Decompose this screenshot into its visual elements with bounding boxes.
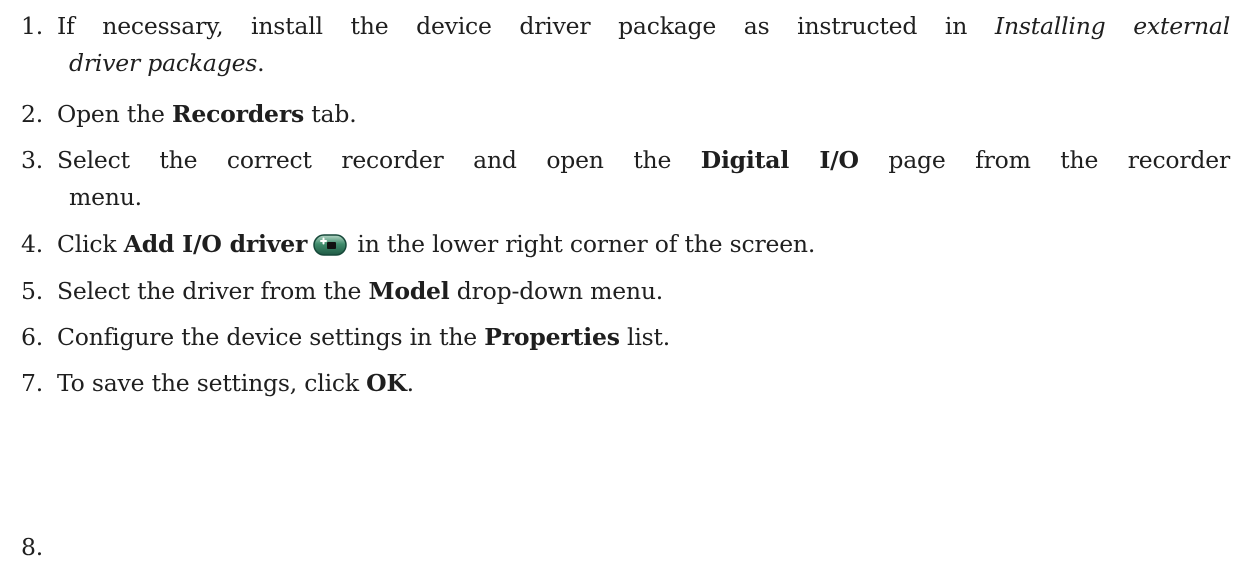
- step-number: 4.: [21, 230, 44, 258]
- step-number: 3.: [21, 146, 44, 174]
- instruction-steps: 1. If necessary, install the device driv…: [21, 8, 1230, 561]
- step-text: Open the Recorders tab.: [57, 96, 1230, 133]
- add-io-driver-icon[interactable]: [313, 230, 347, 256]
- step-3: 3. Select the correct recorder and open …: [21, 142, 1230, 216]
- step-4: 4. Click Add I/O driver in the lower rig…: [21, 226, 1230, 263]
- step-5: 5. Select the driver from the Model drop…: [21, 273, 1230, 310]
- step-text-part: menu.: [69, 183, 142, 211]
- step-number: 2.: [21, 100, 44, 128]
- step-text-part: drop-down menu.: [449, 277, 664, 305]
- step-number: 1.: [21, 12, 44, 40]
- model-dropdown-label: Model: [368, 277, 450, 305]
- step-text: Select the correct recorder and open the…: [57, 142, 1230, 216]
- step-text: Configure the device settings in the Pro…: [57, 319, 1230, 356]
- step-number: 7.: [21, 369, 44, 397]
- step-number: 5.: [21, 277, 44, 305]
- recorders-tab-label: Recorders: [171, 100, 305, 128]
- step-text: Click Add I/O driver in the lower right …: [57, 226, 1230, 263]
- step-text-part: To save the settings, click: [57, 369, 367, 397]
- installing-packages-link[interactable]: Installing external: [995, 12, 1230, 40]
- step-6: 6. Configure the device settings in the …: [21, 319, 1230, 356]
- step-text: Select the driver from the Model drop-do…: [57, 273, 1230, 310]
- installing-packages-link-continued[interactable]: driver packages: [69, 49, 257, 77]
- step-text-part: page from the recorder: [858, 146, 1230, 174]
- step-text-part: in the lower right corner of the screen.: [350, 230, 816, 258]
- step-number: 6.: [21, 323, 44, 351]
- step-text-part: .: [257, 49, 265, 77]
- step-text: To save the settings, click OK.: [57, 365, 1230, 402]
- add-io-driver-label: Add I/O driver: [123, 230, 308, 258]
- ok-button-label: OK: [366, 369, 407, 397]
- step-text-part: Select the driver from the: [57, 277, 369, 305]
- properties-list-label: Properties: [484, 323, 620, 351]
- step-7: 7. To save the settings, click OK.: [21, 365, 1230, 402]
- digital-io-page-label: Digital I/O: [700, 146, 859, 174]
- step-2: 2. Open the Recorders tab.: [21, 96, 1230, 133]
- step-text-part: Configure the device settings in the: [57, 323, 485, 351]
- step-1: 1. If necessary, install the device driv…: [21, 8, 1230, 82]
- step-text-part: If necessary, install the device driver …: [57, 12, 995, 40]
- step-text-part: list.: [619, 323, 671, 351]
- step-text-part: .: [406, 369, 414, 397]
- step-text-part: tab.: [304, 100, 357, 128]
- step-text-part: Select the correct recorder and open the: [57, 146, 701, 174]
- step-text-part: Click: [57, 230, 124, 258]
- step-number: 8.: [21, 533, 44, 561]
- step-text: If necessary, install the device driver …: [57, 8, 1230, 82]
- step-text-part: Open the: [57, 100, 172, 128]
